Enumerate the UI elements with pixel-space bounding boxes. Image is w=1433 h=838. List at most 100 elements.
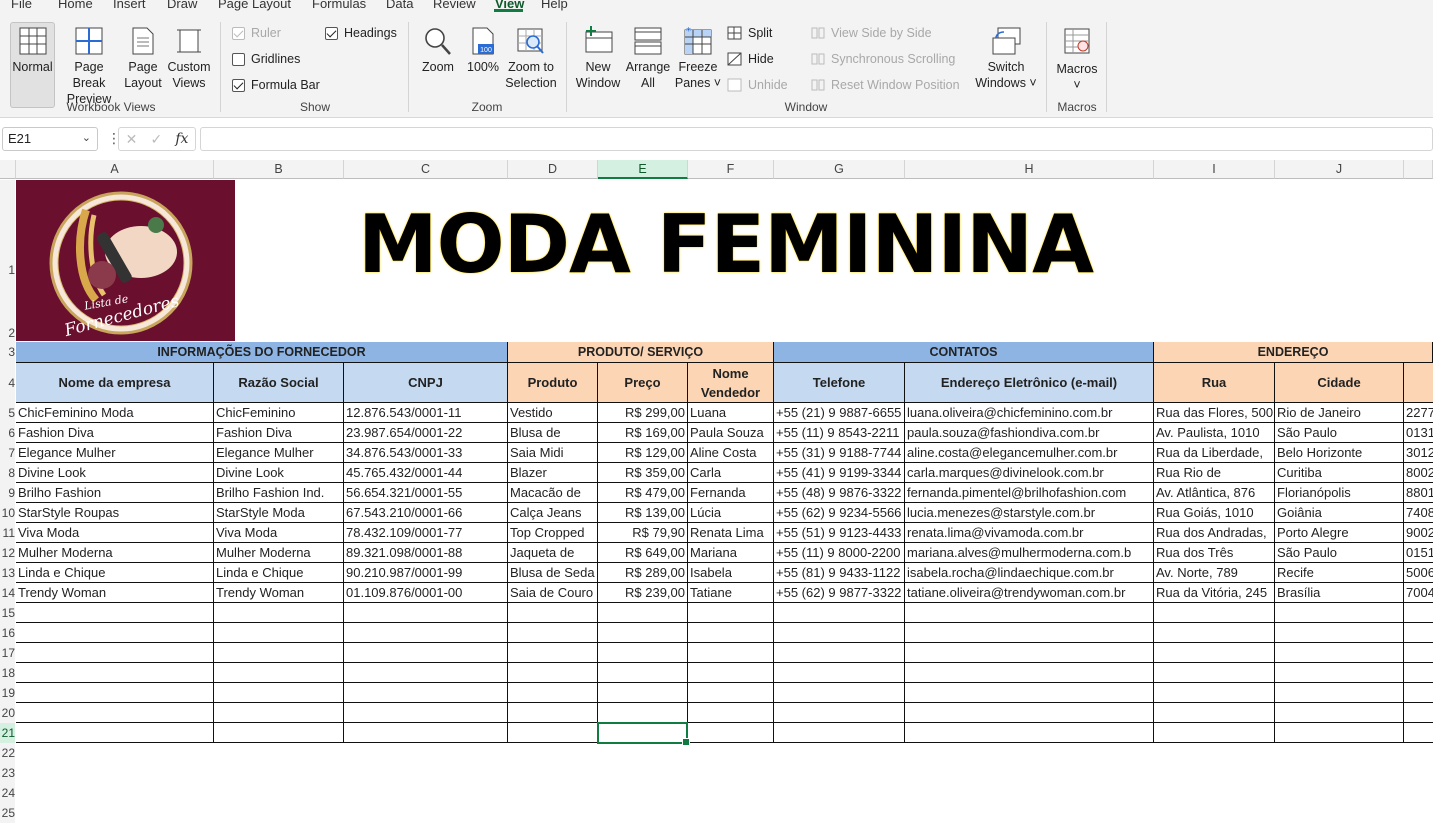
table-cell[interactable]: Rua dos Andradas, <box>1154 523 1275 543</box>
table-cell[interactable]: Rua da Vitória, 245 <box>1154 583 1275 603</box>
table-cell[interactable]: 90.210.987/0001-99 <box>344 563 508 583</box>
table-cell[interactable]: R$ 299,00 <box>598 403 688 423</box>
zoom-100-button[interactable]: 100 100% <box>463 26 503 75</box>
zoom-to-selection-button[interactable]: Zoom to Selection <box>505 26 557 91</box>
table-cell[interactable]: Rio de Janeiro <box>1275 403 1404 423</box>
empty-cell[interactable] <box>214 723 344 743</box>
table-cell[interactable]: Rua dos Três <box>1154 543 1275 563</box>
row-header-16[interactable]: 16 <box>0 623 15 643</box>
table-cell[interactable]: Recife <box>1275 563 1404 583</box>
empty-cell[interactable] <box>905 683 1154 703</box>
empty-cell[interactable] <box>598 623 688 643</box>
page-break-preview-button[interactable]: Page Break Preview <box>58 26 120 107</box>
table-cell[interactable]: 7408 <box>1404 503 1433 523</box>
empty-cell[interactable] <box>508 643 598 663</box>
row-header-19[interactable]: 19 <box>0 683 15 703</box>
row-header-3[interactable]: 3 <box>0 342 15 363</box>
empty-cell[interactable] <box>214 643 344 663</box>
enter-icon[interactable]: ✓ <box>150 131 162 148</box>
table-cell[interactable]: Rua da Liberdade, <box>1154 443 1275 463</box>
empty-cell[interactable] <box>1154 723 1275 743</box>
empty-cell[interactable] <box>905 723 1154 743</box>
page-layout-button[interactable]: Page Layout <box>122 26 164 91</box>
empty-cell[interactable] <box>214 683 344 703</box>
empty-cell[interactable] <box>1275 643 1404 663</box>
cancel-icon[interactable]: ✕ <box>126 131 138 148</box>
row-header-4[interactable]: 4 <box>0 363 15 403</box>
empty-cell[interactable] <box>1404 643 1433 663</box>
row-header-15[interactable]: 15 <box>0 603 15 623</box>
empty-cell[interactable] <box>1154 663 1275 683</box>
empty-cell[interactable] <box>774 683 905 703</box>
table-cell[interactable]: Av. Paulista, 1010 <box>1154 423 1275 443</box>
empty-cell[interactable] <box>774 643 905 663</box>
table-cell[interactable]: StarStyle Moda <box>214 503 344 523</box>
empty-cell[interactable] <box>508 603 598 623</box>
table-cell[interactable]: Elegance Mulher <box>16 443 214 463</box>
row-header-2[interactable]: 2 <box>0 301 15 342</box>
table-cell[interactable]: Brasília <box>1275 583 1404 603</box>
table-cell[interactable]: R$ 359,00 <box>598 463 688 483</box>
table-cell[interactable]: luana.oliveira@chicfeminino.com.br <box>905 403 1154 423</box>
menu-home[interactable]: Home <box>58 0 93 11</box>
table-cell[interactable]: +55 (51) 9 9123-4433 <box>774 523 905 543</box>
column-header-i[interactable]: I <box>1154 160 1275 179</box>
table-cell[interactable]: 8002 <box>1404 463 1433 483</box>
row-header-25[interactable]: 25 <box>0 803 15 823</box>
empty-cell[interactable] <box>344 603 508 623</box>
table-cell[interactable]: Fernanda <box>688 483 774 503</box>
empty-cell[interactable] <box>774 623 905 643</box>
empty-cell[interactable] <box>1404 603 1433 623</box>
empty-cell[interactable] <box>1275 603 1404 623</box>
empty-cell[interactable] <box>16 663 214 683</box>
formula-input[interactable] <box>200 127 1433 151</box>
column-header-k[interactable] <box>1404 160 1433 179</box>
table-cell[interactable]: 3012 <box>1404 443 1433 463</box>
empty-cell[interactable] <box>344 723 508 743</box>
menu-page-layout[interactable]: Page Layout <box>218 0 291 11</box>
table-cell[interactable]: Rua Rio de <box>1154 463 1275 483</box>
table-cell[interactable]: Av. Norte, 789 <box>1154 563 1275 583</box>
empty-cell[interactable] <box>688 663 774 683</box>
column-header-j[interactable]: J <box>1275 160 1404 179</box>
row-header-10[interactable]: 10 <box>0 503 15 523</box>
column-header-d[interactable]: D <box>508 160 598 179</box>
empty-cell[interactable] <box>1275 663 1404 683</box>
table-cell[interactable]: Av. Atlântica, 876 <box>1154 483 1275 503</box>
column-header-c[interactable]: C <box>344 160 508 179</box>
headings-checkbox[interactable]: Headings <box>325 26 397 40</box>
table-cell[interactable]: +55 (11) 9 8000-2200 <box>774 543 905 563</box>
table-cell[interactable]: ChicFeminino Moda <box>16 403 214 423</box>
empty-cell[interactable] <box>508 663 598 683</box>
row-header-8[interactable]: 8 <box>0 463 15 483</box>
table-cell[interactable]: Jaqueta de <box>508 543 598 563</box>
table-cell[interactable]: +55 (48) 9 9876-3322 <box>774 483 905 503</box>
table-cell[interactable]: +55 (11) 9 8543-2211 <box>774 423 905 443</box>
row-header-1[interactable]: 1 <box>0 180 15 301</box>
table-cell[interactable]: fernanda.pimentel@brilhofashion.com <box>905 483 1154 503</box>
table-cell[interactable]: Divine Look <box>214 463 344 483</box>
table-cell[interactable]: 34.876.543/0001-33 <box>344 443 508 463</box>
empty-cell[interactable] <box>1275 683 1404 703</box>
empty-cell[interactable] <box>1154 623 1275 643</box>
empty-cell[interactable] <box>344 643 508 663</box>
empty-cell[interactable] <box>214 623 344 643</box>
empty-cell[interactable] <box>1154 703 1275 723</box>
table-cell[interactable]: Top Cropped <box>508 523 598 543</box>
table-cell[interactable]: 45.765.432/0001-44 <box>344 463 508 483</box>
empty-cell[interactable] <box>905 603 1154 623</box>
row-header-20[interactable]: 20 <box>0 703 15 723</box>
empty-cell[interactable] <box>1154 683 1275 703</box>
column-header-h[interactable]: H <box>905 160 1154 179</box>
empty-cell[interactable] <box>1275 703 1404 723</box>
empty-cell[interactable] <box>1404 703 1433 723</box>
table-cell[interactable]: 78.432.109/0001-77 <box>344 523 508 543</box>
empty-cell[interactable] <box>1275 623 1404 643</box>
row-header-9[interactable]: 9 <box>0 483 15 503</box>
empty-cell[interactable] <box>598 643 688 663</box>
table-cell[interactable]: +55 (21) 9 9887-6655 <box>774 403 905 423</box>
row-header-22[interactable]: 22 <box>0 743 15 763</box>
table-cell[interactable]: R$ 479,00 <box>598 483 688 503</box>
empty-cell[interactable] <box>598 703 688 723</box>
table-cell[interactable]: Tatiane <box>688 583 774 603</box>
